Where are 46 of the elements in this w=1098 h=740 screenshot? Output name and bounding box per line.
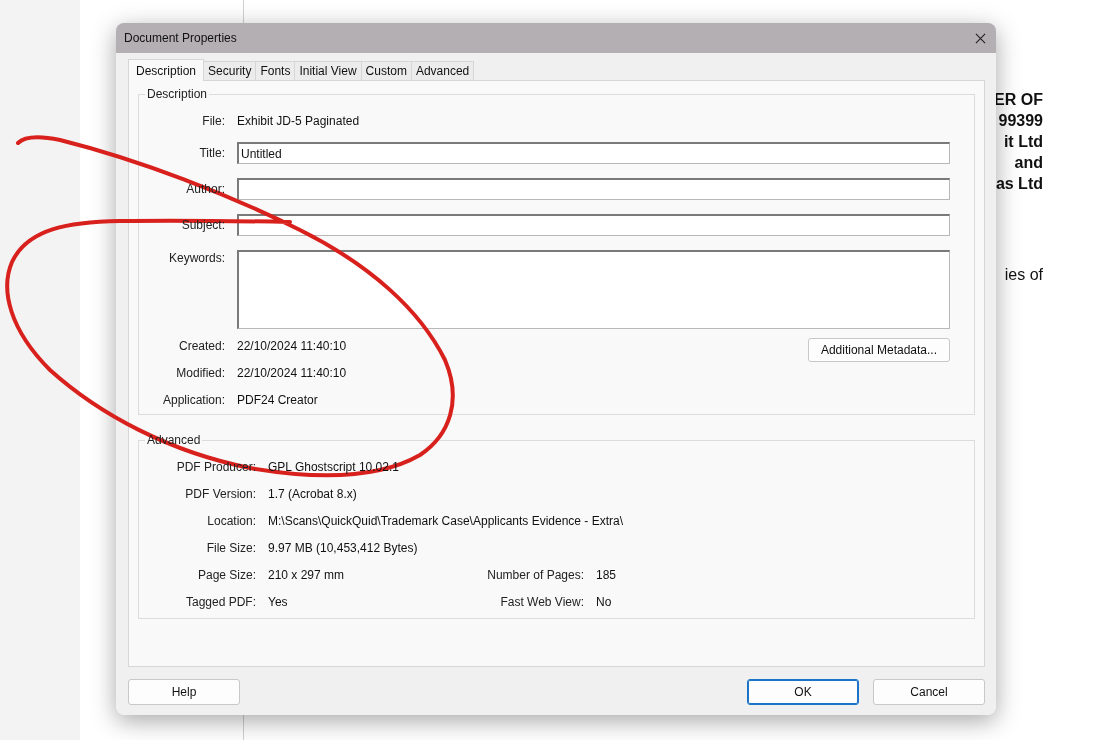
document-text: ies of	[1004, 265, 1043, 285]
field-label: Location:	[207, 513, 256, 529]
field-label: File Size:	[206, 540, 256, 556]
tab[interactable]: Custom	[360, 61, 412, 80]
field-value: M:\Scans\QuickQuid\Trademark Case\Applicants Evidence - Extra\	[268, 513, 625, 529]
field-value: 1.7 (Acrobat 8.x)	[268, 486, 358, 502]
field-label: Page Size:	[197, 567, 256, 583]
document-text: as Ltd	[995, 174, 1043, 194]
field-label: Tagged PDF:	[185, 594, 256, 610]
dialog-button[interactable]: Help	[128, 679, 240, 705]
tab[interactable]: Initial View	[294, 61, 362, 80]
window-title: Document Properties	[124, 31, 238, 45]
field-value: 210 x 297 mm	[268, 567, 346, 583]
field-label: Created:	[178, 338, 225, 354]
keywords-field[interactable]	[237, 250, 950, 329]
field-label: File:	[202, 114, 225, 128]
field-label: Title:	[199, 146, 225, 160]
field-label: Fast Web View:	[500, 594, 584, 610]
text-field[interactable]: Untitled	[237, 142, 950, 164]
field-value: Yes	[268, 594, 289, 610]
field-value: PDF24 Creator	[237, 392, 319, 408]
field-label: Keywords:	[168, 250, 225, 265]
field-label: Modified:	[176, 365, 225, 381]
dialog-button[interactable]: Cancel	[873, 679, 985, 705]
group-title: Description	[146, 87, 209, 101]
tab[interactable]: Security	[203, 61, 257, 80]
field-value: Exhibit JD-5 Paginated	[237, 114, 361, 128]
field-label: PDF Version:	[185, 486, 256, 502]
document-text: and	[1014, 153, 1043, 173]
tab[interactable]: Fonts	[255, 61, 296, 80]
field-value: 185	[596, 567, 618, 583]
field-value: 9.97 MB (10,453,412 Bytes)	[268, 540, 419, 556]
additional-metadata-button[interactable]: Additional Metadata...	[807, 338, 950, 362]
tab[interactable]: Description	[128, 59, 205, 81]
dialog-button[interactable]: OK	[747, 679, 859, 705]
close-icon[interactable]	[975, 32, 986, 44]
field-value: 22/10/2024 11:40:10	[237, 365, 347, 381]
field-label: Number of Pages:	[487, 567, 584, 583]
document-text: 99399	[998, 111, 1043, 131]
field-label: Application:	[162, 392, 225, 408]
text-field[interactable]	[237, 178, 950, 200]
tab[interactable]: Advanced	[410, 61, 475, 80]
field-value: 22/10/2024 11:40:10	[237, 338, 347, 354]
field-value: No	[596, 594, 613, 610]
text-field[interactable]	[237, 214, 950, 236]
document-text: it Ltd	[1003, 132, 1043, 152]
